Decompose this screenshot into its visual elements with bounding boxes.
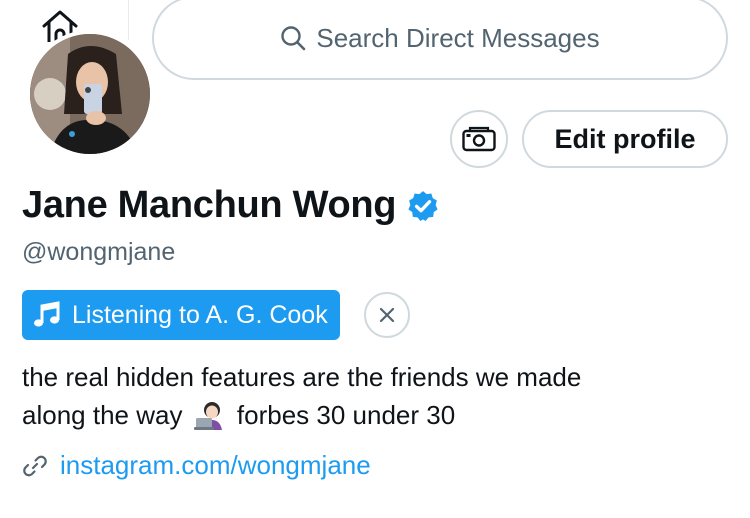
profile-name: Jane Manchun Wong	[22, 184, 397, 226]
avatar-photo	[30, 34, 150, 154]
listening-badge[interactable]: Listening to A. G. Cook	[22, 290, 340, 340]
bio-line-2: along the way forbes 30 under 30	[22, 396, 722, 434]
name-row: Jane Manchun Wong	[22, 184, 440, 227]
profile-bio: the real hidden features are the friends…	[22, 358, 722, 434]
music-note-icon	[34, 301, 60, 327]
verified-badge-icon	[408, 190, 438, 221]
search-placeholder: Search Direct Messages	[316, 22, 600, 53]
profile-handle: @wongmjane	[22, 238, 176, 266]
dismiss-listening-button[interactable]	[364, 292, 410, 338]
profile-website-link[interactable]: instagram.com/wongmjane	[60, 450, 371, 481]
link-icon	[23, 455, 47, 476]
avatar[interactable]	[26, 30, 154, 158]
bio-text-after-emoji: forbes 30 under 30	[236, 400, 456, 430]
bio-line-1: the real hidden features are the friends…	[22, 362, 582, 392]
profile-link-row: instagram.com/wongmjane	[22, 450, 371, 481]
search-icon	[281, 26, 306, 51]
search-input[interactable]: Search Direct Messages	[152, 0, 728, 80]
woman-technologist-emoji	[193, 402, 222, 430]
edit-profile-button[interactable]: Edit profile	[522, 110, 728, 168]
listening-label: Listening to A. G. Cook	[72, 300, 328, 329]
camera-money-icon	[462, 126, 496, 152]
camera-button[interactable]	[450, 110, 508, 168]
close-icon	[379, 307, 395, 323]
top-divider	[128, 0, 129, 40]
bio-text-before-emoji: along the way	[22, 400, 183, 430]
